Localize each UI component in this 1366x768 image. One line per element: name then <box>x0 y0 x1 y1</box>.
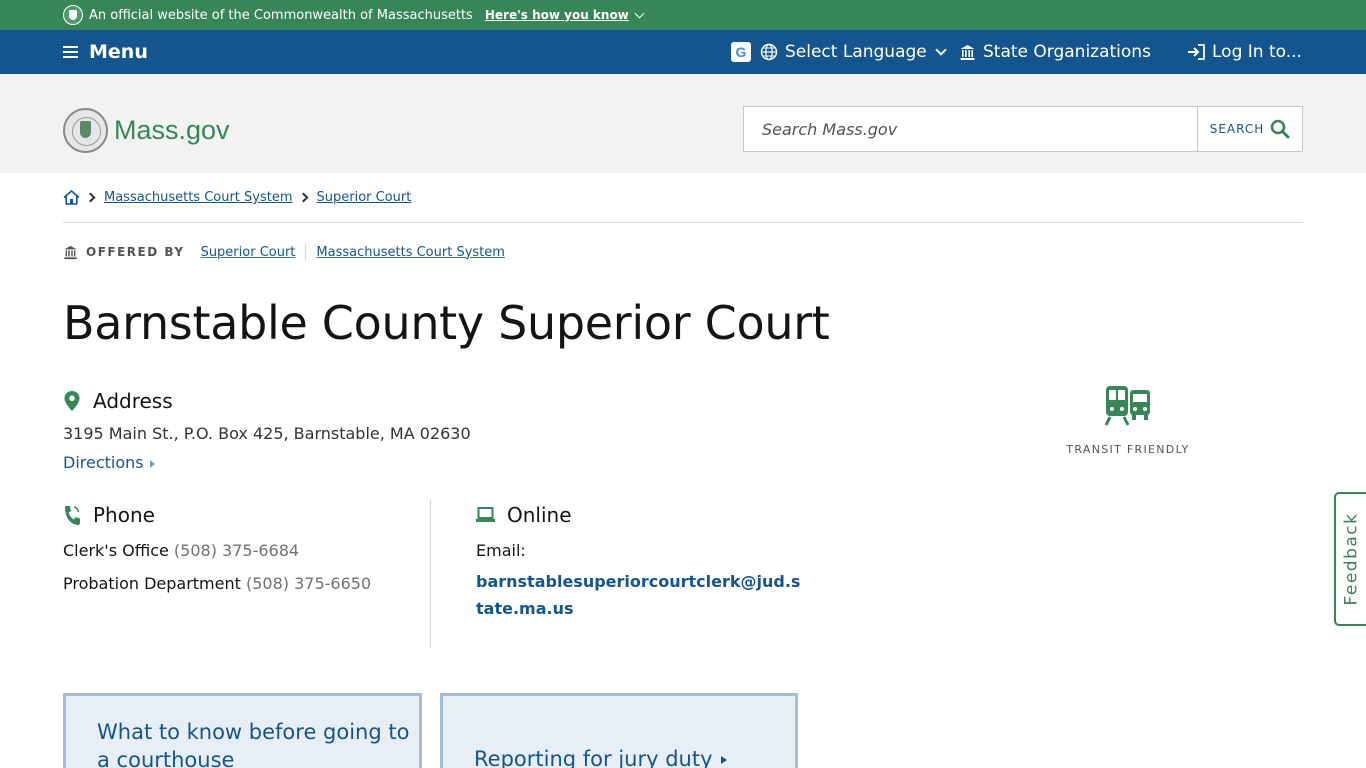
offered-by-superior-court[interactable]: Superior Court <box>201 245 296 260</box>
how-you-know-link[interactable]: Here's how you know <box>484 8 645 22</box>
jury-duty-card-label: Reporting for jury duty <box>474 747 713 768</box>
jury-duty-card[interactable]: Reporting for jury duty <box>440 693 798 768</box>
official-banner-text: An official website of the Commonwealth … <box>89 7 473 23</box>
phone-entry-clerk: Clerk's Office (508) 375-6684 <box>63 541 299 560</box>
login-label: Log In to... <box>1212 42 1302 62</box>
transit-friendly: TRANSIT FRIENDLY <box>1050 384 1206 456</box>
feedback-label: Feedback <box>1341 512 1361 606</box>
arrow-right-icon <box>149 459 155 468</box>
chevron-down-icon <box>634 8 645 18</box>
state-seal-icon <box>63 5 83 25</box>
official-banner: An official website of the Commonwealth … <box>0 0 1366 30</box>
google-translate-icon: G <box>731 42 751 62</box>
state-organizations-button[interactable]: State Organizations <box>959 30 1151 74</box>
courthouse-info-card-label: What to know before going to a courthous… <box>97 720 410 768</box>
breadcrumb: Massachusetts Court System Superior Cour… <box>63 190 411 205</box>
building-icon <box>960 44 975 60</box>
transit-friendly-label: TRANSIT FRIENDLY <box>1066 443 1190 456</box>
globe-icon <box>760 43 778 61</box>
search-icon <box>1270 119 1290 139</box>
hamburger-icon <box>63 46 78 58</box>
language-selector[interactable]: G Select Language <box>731 30 947 74</box>
offered-by-label: OFFERED BY <box>86 245 185 259</box>
page-title: Barnstable County Superior Court <box>63 296 830 350</box>
menu-button[interactable]: Menu <box>63 30 148 74</box>
transit-icon <box>1104 386 1150 426</box>
address-text: 3195 Main St., P.O. Box 425, Barnstable,… <box>63 424 471 443</box>
phone-probation-number[interactable]: (508) 375-6650 <box>246 574 371 593</box>
breadcrumb-separator-icon <box>85 192 96 203</box>
search-button-label: SEARCH <box>1209 122 1265 136</box>
breadcrumb-separator-icon <box>298 192 308 203</box>
offered-by-court-system[interactable]: Massachusetts Court System <box>316 245 505 260</box>
login-icon <box>1188 44 1205 60</box>
phone-clerk-number[interactable]: (508) 375-6684 <box>174 541 299 560</box>
phone-clerk-label: Clerk's Office <box>63 541 169 560</box>
address-heading-text: Address <box>93 389 173 413</box>
online-heading-text: Online <box>507 503 572 527</box>
login-button[interactable]: Log In to... <box>1187 30 1302 74</box>
map-pin-icon <box>63 390 81 412</box>
menu-label: Menu <box>89 41 148 63</box>
language-label: Select Language <box>785 42 927 62</box>
commonwealth-seal-icon <box>63 108 108 153</box>
building-icon <box>64 245 77 259</box>
phone-entry-probation: Probation Department (508) 375-6650 <box>63 574 371 593</box>
offered-by: OFFERED BY Superior Court Massachusetts … <box>63 244 505 260</box>
directions-label: Directions <box>63 453 144 472</box>
breadcrumb-divider <box>63 222 1303 223</box>
breadcrumb-superior-court[interactable]: Superior Court <box>317 190 412 205</box>
breadcrumb-court-system[interactable]: Massachusetts Court System <box>104 190 293 205</box>
mass-gov-logo[interactable]: Mass.gov <box>63 108 230 153</box>
phone-heading: Phone <box>63 503 155 527</box>
utility-nav: Menu G Select Language State Organizatio… <box>0 30 1366 74</box>
phone-heading-text: Phone <box>93 503 155 527</box>
search-form: SEARCH <box>743 106 1303 152</box>
logo-text: Mass.gov <box>114 115 230 145</box>
email-label: Email: <box>476 541 526 560</box>
phone-probation-label: Probation Department <box>63 574 241 593</box>
home-link[interactable] <box>63 190 80 205</box>
offered-by-divider <box>305 244 307 260</box>
site-header: Mass.gov SEARCH <box>0 74 1366 173</box>
directions-link[interactable]: Directions <box>63 453 155 472</box>
feedback-tab[interactable]: Feedback <box>1334 492 1366 626</box>
search-button[interactable]: SEARCH <box>1197 107 1302 151</box>
search-input[interactable] <box>744 107 1197 151</box>
contact-divider <box>430 500 431 648</box>
home-icon <box>63 190 80 205</box>
phone-icon <box>63 504 81 526</box>
chevron-down-icon <box>935 43 947 56</box>
email-link[interactable]: barnstablesuperiorcourtclerk@jud.state.m… <box>476 568 806 622</box>
how-you-know-label: Here's how you know <box>484 8 629 22</box>
laptop-icon <box>476 507 495 523</box>
state-organizations-label: State Organizations <box>983 42 1151 62</box>
courthouse-info-card[interactable]: What to know before going to a courthous… <box>63 693 422 768</box>
arrow-right-icon <box>720 756 727 764</box>
address-heading: Address <box>63 389 173 413</box>
online-heading: Online <box>476 503 572 527</box>
